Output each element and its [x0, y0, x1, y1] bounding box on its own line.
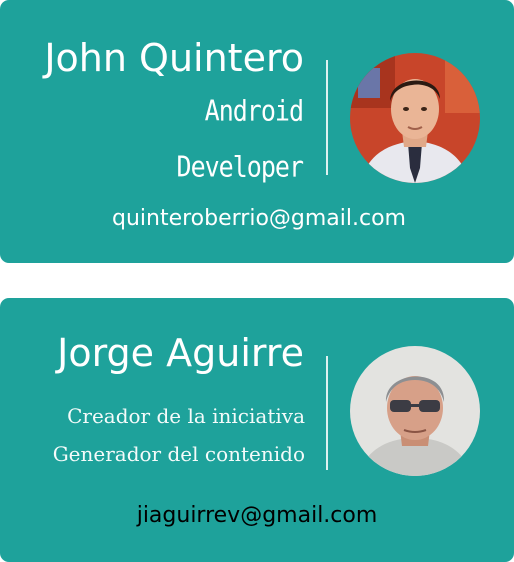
avatar-photo-jorge — [350, 346, 480, 476]
profile-name: Jorge Aguirre — [57, 331, 304, 375]
vertical-divider — [326, 60, 328, 175]
profile-role-line-1: Creador de la iniciativa — [67, 404, 305, 428]
profile-email: quinteroberrio@gmail.com — [111, 206, 406, 231]
vertical-divider — [326, 356, 328, 470]
profile-card-john: John Quintero Android Developer quintero… — [0, 0, 514, 263]
profile-name: John Quintero — [44, 36, 304, 80]
profile-role-line-2: Generador del contenido — [52, 442, 305, 466]
avatar-photo-john — [350, 53, 480, 183]
avatar — [350, 53, 480, 183]
profile-role-line-2: Developer — [176, 149, 304, 184]
profile-role-line-1: Android — [204, 93, 304, 128]
profile-email: jiaguirrev@gmail.com — [136, 503, 378, 528]
avatar — [350, 346, 480, 476]
